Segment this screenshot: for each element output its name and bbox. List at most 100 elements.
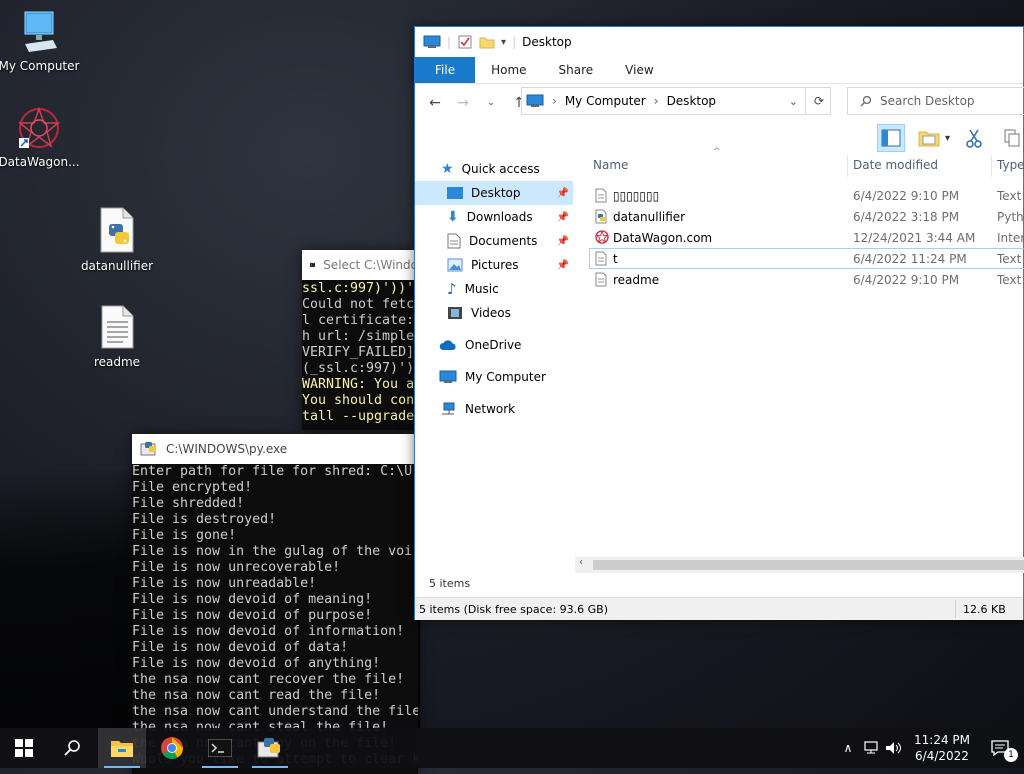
horizontal-scrollbar[interactable]: ‹ [575, 557, 1024, 573]
column-divider[interactable] [847, 155, 848, 177]
file-date-modified: 6/4/2022 9:10 PM [853, 272, 960, 287]
documents-icon [447, 233, 461, 249]
nav-pictures[interactable]: Pictures 📌 [415, 253, 573, 277]
desktop-folder-icon [447, 187, 463, 199]
file-type: Text D [997, 188, 1024, 203]
tab-file[interactable]: File [415, 57, 476, 83]
nav-videos[interactable]: Videos [415, 301, 573, 325]
action-center-button[interactable]: 1 [976, 728, 1024, 768]
desktop-icon-datawagon[interactable]: DataWagon... [0, 106, 84, 169]
nav-downloads[interactable]: ⬇ Downloads 📌 [415, 205, 573, 229]
nav-label: Desktop [471, 186, 521, 200]
status-size: 12.6 KB [963, 602, 1006, 616]
taskbar-file-explorer[interactable] [98, 728, 146, 768]
tab-view[interactable]: View [609, 57, 669, 83]
recent-locations-chevron-icon[interactable]: ⌄ [481, 98, 501, 108]
column-divider[interactable] [991, 155, 992, 177]
nav-my-computer[interactable]: My Computer [415, 365, 573, 389]
explorer-titlebar[interactable]: | ▾ | Desktop [415, 27, 1023, 57]
internet-shortcut-icon [595, 230, 609, 247]
clock-time: 11:24 PM [914, 733, 970, 747]
file-row[interactable]: t 6/4/2022 11:24 PM Text D [589, 248, 1024, 269]
console-line: File is destroyed! [132, 512, 277, 527]
text-file-icon [595, 251, 607, 269]
customize-quick-access-icon[interactable]: ▾ [501, 37, 506, 48]
pin-icon[interactable]: 📌 [557, 188, 569, 199]
scrollbar-thumb[interactable] [593, 560, 1024, 570]
pin-icon[interactable]: 📌 [557, 236, 569, 247]
music-note-icon: ♪ [447, 280, 457, 298]
console-titlebar[interactable]: C:\WINDOWS\py.exe [132, 434, 418, 464]
item-count: 5 items [429, 577, 471, 590]
navigation-pane-icon[interactable] [877, 124, 905, 152]
nav-desktop[interactable]: Desktop 📌 [415, 181, 573, 205]
show-hidden-icons-chevron-icon[interactable]: ∧ [838, 741, 858, 755]
file-row[interactable]: readme 6/4/2022 9:10 PM Text D [589, 269, 1024, 290]
console-line: Could not fetc [302, 297, 415, 312]
file-name: ▯▯▯▯▯▯▯ [613, 188, 660, 203]
cmd-icon [310, 262, 316, 268]
search-input[interactable]: Search Desktop [847, 87, 1024, 115]
nav-network[interactable]: Network [415, 397, 573, 421]
file-row[interactable]: DataWagon.com 12/24/2021 3:44 AM Intern [589, 227, 1024, 248]
console-title: Select C:\Windo [323, 258, 418, 272]
address-bar[interactable]: › My Computer › Desktop ⌄ [521, 87, 831, 115]
pin-icon[interactable]: 📌 [557, 260, 569, 271]
tab-home[interactable]: Home [475, 57, 542, 83]
file-type: Intern [997, 230, 1024, 245]
file-row[interactable]: ▯▯▯▯▯▯▯ 6/4/2022 9:10 PM Text D [589, 185, 1024, 206]
forward-arrow-icon[interactable]: → [453, 95, 473, 111]
file-row[interactable]: datanullifier 6/4/2022 3:18 PM Pytho [589, 206, 1024, 227]
text-file-icon [595, 188, 607, 206]
nav-onedrive[interactable]: OneDrive [415, 333, 573, 357]
console-line: File is now devoid of data! [132, 640, 349, 655]
tab-share[interactable]: Share [543, 57, 610, 83]
taskbar-chrome[interactable] [148, 728, 196, 768]
new-folder-icon[interactable] [479, 34, 495, 50]
desktop-icon-readme[interactable]: readme [72, 304, 162, 369]
console-line: File encrypted! [132, 480, 253, 495]
search-button[interactable] [48, 728, 96, 768]
column-header-name[interactable]: Name [593, 158, 628, 172]
nav-quick-access[interactable]: ★ Quick access [415, 157, 573, 181]
nav-music[interactable]: ♪ Music [415, 277, 573, 301]
cut-icon[interactable] [960, 124, 988, 152]
file-explorer-window[interactable]: | ▾ | Desktop File Home Share View ← → ⌄… [414, 26, 1024, 620]
address-dropdown-icon[interactable]: ⌄ [789, 95, 798, 108]
console-titlebar[interactable]: Select C:\Windo [302, 250, 418, 280]
file-name: datanullifier [613, 209, 686, 224]
desktop-icon-my-computer[interactable]: My Computer [0, 10, 84, 73]
layout-dropdown-icon[interactable]: ▾ [945, 133, 950, 144]
scroll-left-icon[interactable]: ‹ [579, 557, 583, 568]
console-window-py[interactable]: C:\WINDOWS\py.exe Enter path for file fo… [132, 434, 418, 774]
console-line: File is now devoid of information! [132, 624, 405, 639]
properties-checkbox-icon[interactable] [457, 34, 473, 50]
nav-label: Music [464, 282, 499, 296]
breadcrumb-desktop[interactable]: Desktop [667, 94, 717, 108]
copy-icon[interactable] [998, 124, 1024, 152]
refresh-icon[interactable]: ⟳ [805, 87, 832, 115]
file-date-modified: 6/4/2022 3:18 PM [853, 209, 960, 224]
nav-label: Network [465, 402, 516, 416]
console-window-pip[interactable]: Select C:\Windo ssl.c:997)'))' Could not … [302, 250, 418, 430]
search-placeholder: Search Desktop [880, 94, 975, 108]
volume-icon[interactable] [884, 740, 904, 756]
breadcrumb-my-computer[interactable]: My Computer [565, 94, 646, 108]
windows-logo-icon [15, 739, 33, 757]
monitor-icon [24, 11, 57, 52]
start-button[interactable] [0, 728, 48, 768]
column-header-type[interactable]: Type [997, 158, 1024, 172]
preview-pane-icon[interactable] [915, 124, 943, 152]
pin-icon[interactable]: 📌 [557, 212, 569, 223]
desktop-icon-datanullifier[interactable]: datanullifier [72, 206, 162, 273]
pictures-icon [447, 258, 463, 272]
navigation-pane: ★ Quick access Desktop 📌 ⬇ Downloads 📌 D… [415, 157, 573, 557]
column-header-date-modified[interactable]: Date modified [853, 158, 938, 172]
taskbar-command-prompt[interactable] [196, 728, 244, 768]
taskbar-clock[interactable]: 11:24 PM 6/4/2022 [906, 732, 978, 764]
back-arrow-icon[interactable]: ← [425, 95, 445, 111]
nav-documents[interactable]: Documents 📌 [415, 229, 573, 253]
network-tray-icon[interactable] [862, 740, 882, 756]
taskbar-python[interactable] [246, 728, 294, 768]
title-separator: | [447, 35, 452, 49]
